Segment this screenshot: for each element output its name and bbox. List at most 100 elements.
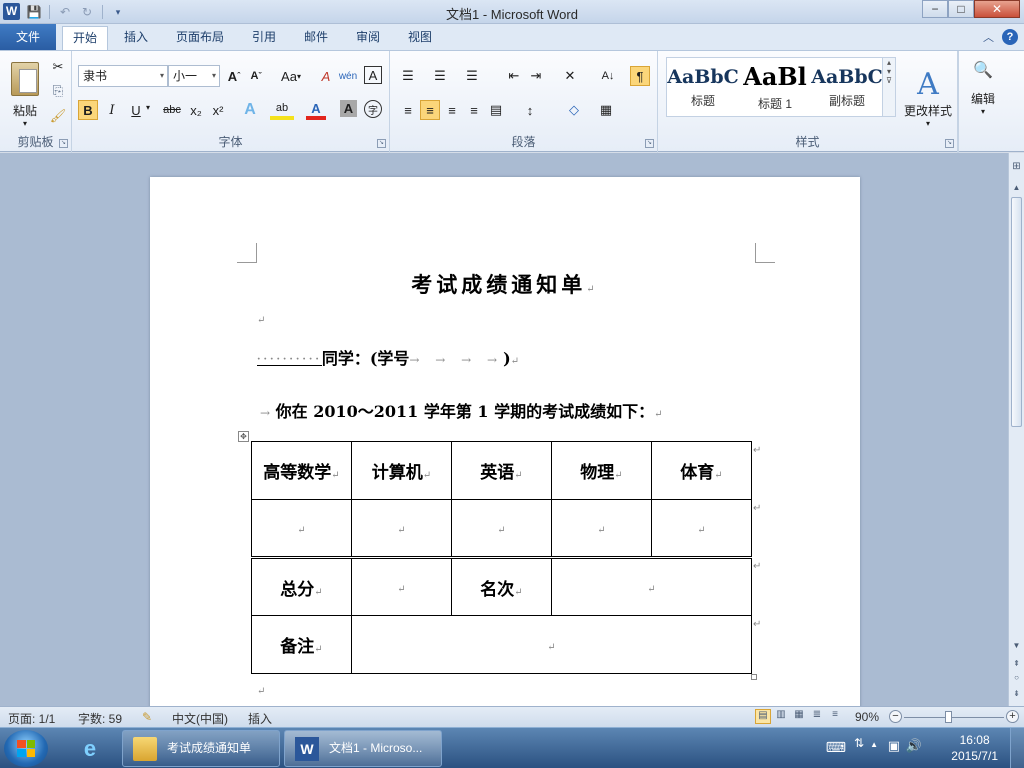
- chinese-layout-icon[interactable]: ✕: [560, 66, 580, 86]
- font-size-combo[interactable]: 小一 ▾: [168, 65, 220, 87]
- table-cell[interactable]: ↵: [251, 499, 352, 558]
- tab-file[interactable]: 文件: [0, 24, 56, 50]
- show-hidden-icons[interactable]: ▲: [870, 740, 878, 749]
- network-icon[interactable]: ▣: [888, 738, 900, 754]
- editing-button[interactable]: 🔍 编辑 ▾: [963, 57, 1003, 119]
- border-icon[interactable]: ▦: [596, 100, 616, 120]
- dialog-launcher-icon[interactable]: ↘: [377, 139, 386, 148]
- rank-label-cell[interactable]: 名次↵: [451, 556, 552, 616]
- browse-object-icon[interactable]: ○: [1010, 673, 1023, 682]
- tab-page-layout[interactable]: 页面布局: [166, 26, 234, 50]
- total-label-cell[interactable]: 总分↵: [251, 556, 352, 616]
- style-heading-1[interactable]: AaBl 标题 1: [739, 58, 811, 116]
- document-title[interactable]: 考试成绩通知单↵: [150, 269, 860, 299]
- tab-insert[interactable]: 插入: [114, 26, 158, 50]
- table-header-cell[interactable]: 体育↵: [651, 441, 752, 500]
- highlight-icon[interactable]: ab: [270, 100, 294, 120]
- font-name-combo[interactable]: 隶书 ▾: [78, 65, 168, 87]
- zoom-out-button[interactable]: −: [889, 710, 902, 723]
- scroll-thumb[interactable]: [1011, 197, 1022, 427]
- volume-icon[interactable]: 🔊: [906, 738, 922, 754]
- multilevel-list-icon[interactable]: ☰: [462, 66, 482, 86]
- show-marks-icon[interactable]: ¶: [630, 66, 650, 86]
- greeting-line[interactable]: ··········同学：(学号→ → → →)↵: [257, 345, 519, 369]
- table-cell[interactable]: ↵: [551, 499, 652, 558]
- taskbar-word-button[interactable]: W 文档1 - Microso...: [284, 730, 442, 767]
- vertical-scrollbar[interactable]: ⊞ ▲ ▼ ⇞ ○ ⇟: [1008, 153, 1024, 706]
- format-painter-icon[interactable]: 🖌: [48, 106, 68, 126]
- table-header-cell[interactable]: 英语↵: [451, 441, 552, 500]
- sort-icon[interactable]: A↓: [598, 66, 618, 86]
- system-clock[interactable]: 16:08 2015/7/1: [951, 732, 998, 764]
- ruler-toggle-icon[interactable]: ⊞: [1010, 161, 1023, 172]
- table-header-cell[interactable]: 高等数学↵: [251, 441, 352, 500]
- table-cell[interactable]: ↵: [451, 499, 552, 558]
- paragraph-shading-icon[interactable]: ◇: [564, 100, 584, 120]
- cut-icon[interactable]: ✂: [48, 57, 68, 77]
- zoom-in-button[interactable]: +: [1006, 710, 1019, 723]
- zoom-level[interactable]: 90%: [855, 710, 879, 724]
- intro-line[interactable]: → 你在 2010～2011 学年第 1 学期的考试成绩如下：↵: [260, 398, 663, 422]
- table-move-handle-icon[interactable]: ✥: [238, 431, 249, 442]
- maximize-button[interactable]: □: [948, 0, 974, 18]
- shrink-font-icon[interactable]: Aˇ: [246, 66, 266, 86]
- underline-button[interactable]: U: [126, 100, 146, 120]
- taskbar-folder-button[interactable]: 考试成绩通知单: [122, 730, 280, 767]
- show-desktop-button[interactable]: [1010, 728, 1024, 768]
- char-shading-icon[interactable]: A: [340, 100, 357, 117]
- line-spacing-icon[interactable]: ↕: [520, 100, 540, 120]
- text-effect-icon[interactable]: A: [240, 100, 260, 120]
- table-resize-handle[interactable]: [751, 674, 757, 680]
- tab-references[interactable]: 引用: [242, 26, 286, 50]
- zoom-slider-track[interactable]: [904, 717, 1004, 718]
- start-button[interactable]: [4, 730, 48, 767]
- style-subtitle[interactable]: AaBbC 副标题: [811, 58, 883, 116]
- rank-value-cell[interactable]: ↵: [551, 556, 752, 616]
- internet-explorer-icon[interactable]: e: [70, 733, 110, 764]
- subscript-button[interactable]: x₂: [186, 100, 206, 120]
- outline-view-icon[interactable]: ≣: [809, 709, 825, 724]
- table-cell[interactable]: ↵: [651, 499, 752, 558]
- align-left-icon[interactable]: ≡: [398, 100, 418, 120]
- bold-button[interactable]: B: [78, 100, 98, 120]
- document-page[interactable]: 考试成绩通知单↵ ↵ ··········同学：(学号→ → → →)↵ → 你…: [150, 177, 860, 706]
- tab-review[interactable]: 审阅: [346, 26, 390, 50]
- increase-indent-icon[interactable]: ⇥: [526, 66, 546, 86]
- change-case-icon[interactable]: Aa ▾: [278, 66, 304, 86]
- grow-font-icon[interactable]: Aˆ: [224, 66, 244, 86]
- bullets-icon[interactable]: ☰: [398, 66, 418, 86]
- paste-button[interactable]: 粘贴 ▾: [6, 55, 44, 135]
- next-page-icon[interactable]: ⇟: [1010, 689, 1023, 698]
- dialog-launcher-icon[interactable]: ↘: [945, 139, 954, 148]
- collapse-ribbon-icon[interactable]: ︿: [983, 29, 994, 45]
- zoom-slider-thumb[interactable]: [945, 711, 952, 723]
- copy-icon[interactable]: ⎘: [48, 81, 68, 101]
- remark-value-cell[interactable]: ↵: [351, 615, 752, 674]
- style-gallery-scroll[interactable]: ▴ ▾ ⊽: [882, 57, 896, 117]
- full-screen-view-icon[interactable]: ▥: [773, 709, 789, 724]
- tab-view[interactable]: 视图: [398, 26, 442, 50]
- wen-phonetic-icon[interactable]: wén: [338, 66, 358, 86]
- close-button[interactable]: ✕: [974, 0, 1020, 18]
- italic-button[interactable]: I: [102, 100, 122, 120]
- score-table[interactable]: 高等数学↵ 计算机↵ 英语↵ 物理↵ 体育↵ ↵ ↵ ↵ ↵ ↵ 总分↵ ↵ 名…: [251, 441, 752, 674]
- total-value-cell[interactable]: ↵: [351, 556, 452, 616]
- dialog-launcher-icon[interactable]: ↘: [59, 139, 68, 148]
- strikethrough-button[interactable]: abc: [160, 100, 184, 120]
- change-styles-button[interactable]: A 更改样式 ▾: [900, 57, 956, 137]
- language-indicator[interactable]: 中文(中国): [172, 710, 228, 727]
- page-count[interactable]: 页面: 1/1: [8, 710, 55, 727]
- keyboard-icon[interactable]: ⌨: [826, 739, 846, 756]
- help-icon[interactable]: ?: [1002, 29, 1018, 45]
- decrease-indent-icon[interactable]: ⇤: [504, 66, 524, 86]
- minimize-button[interactable]: −: [922, 0, 948, 18]
- word-count[interactable]: 字数: 59: [78, 710, 122, 727]
- proofing-icon[interactable]: ✎: [142, 710, 152, 724]
- justify-icon[interactable]: ≡: [464, 100, 484, 120]
- scroll-down-icon[interactable]: ▼: [1010, 641, 1023, 650]
- enclose-char-icon[interactable]: 字: [364, 100, 382, 118]
- font-color-icon[interactable]: A: [306, 100, 326, 120]
- previous-page-icon[interactable]: ⇞: [1010, 659, 1023, 668]
- table-cell[interactable]: ↵: [351, 499, 452, 558]
- underline-dropdown-icon[interactable]: ▾: [146, 103, 150, 112]
